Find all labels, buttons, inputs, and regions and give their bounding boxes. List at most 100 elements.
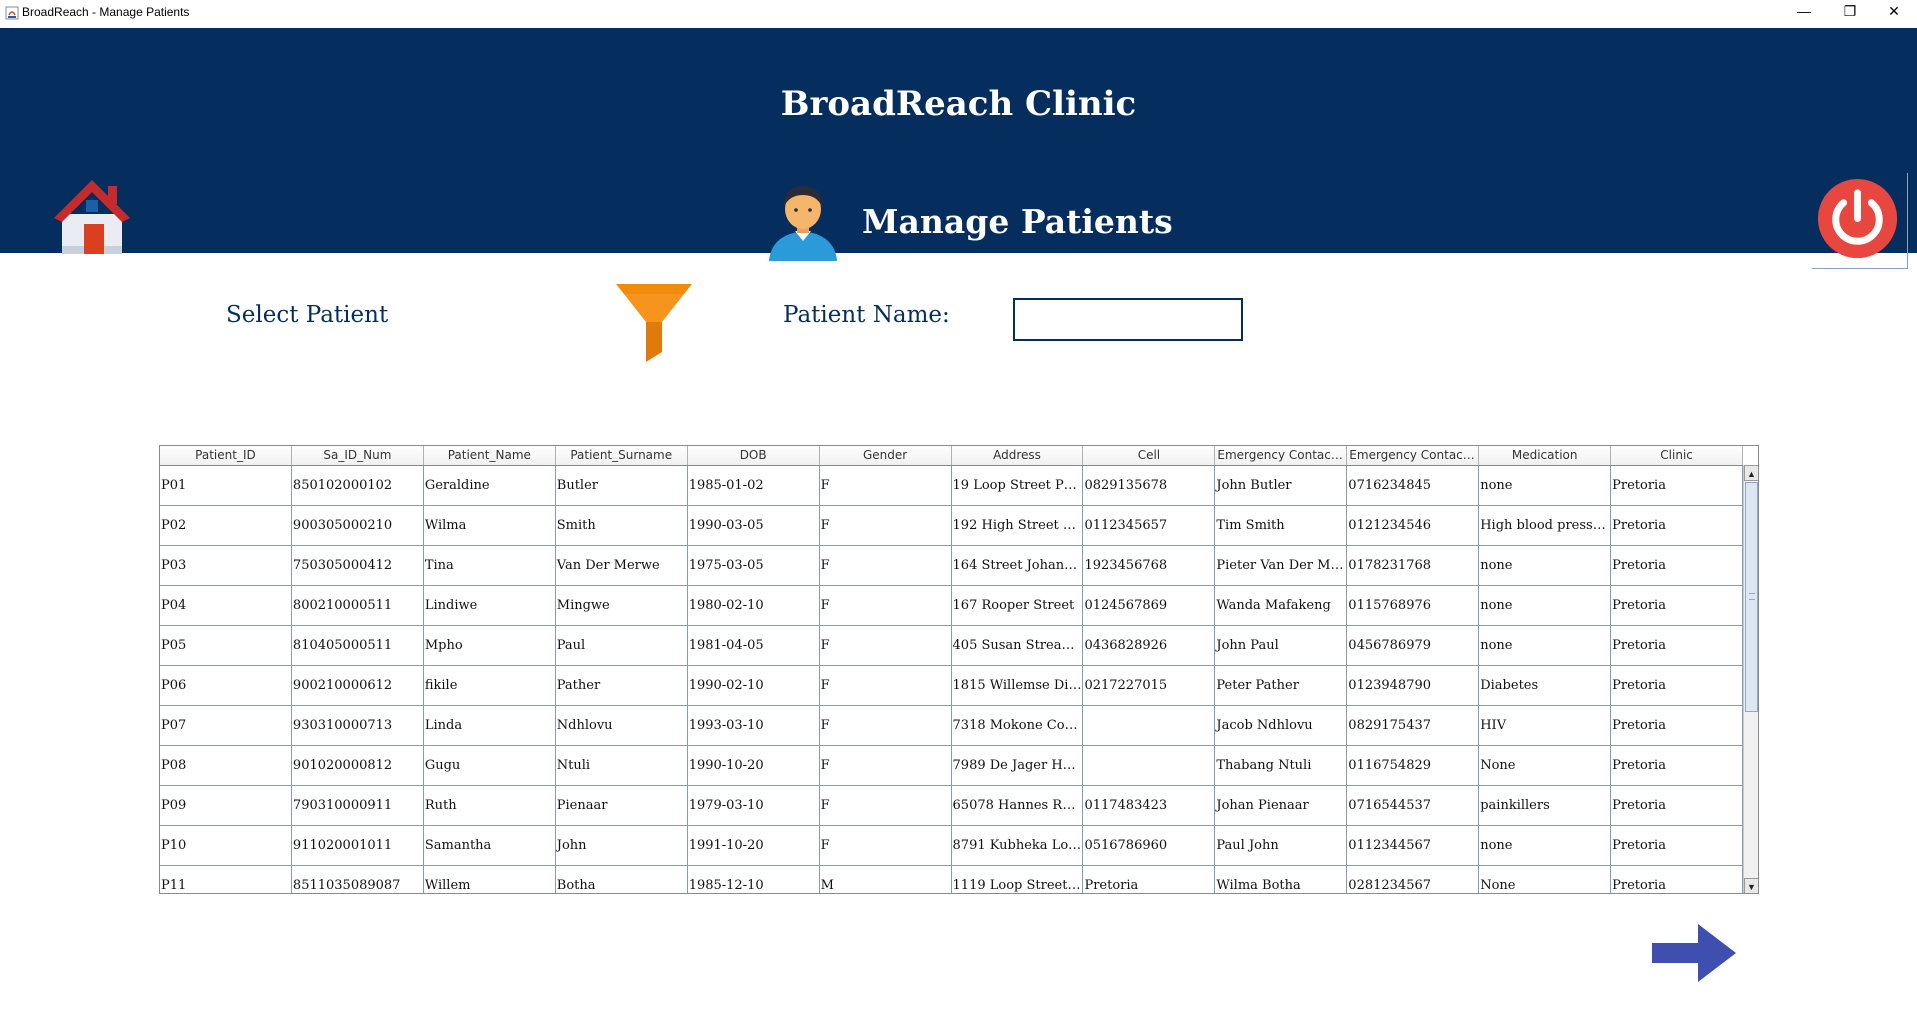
table-cell[interactable]: Butler: [556, 466, 688, 505]
table-cell[interactable]: 19 Loop Street Pret...: [952, 466, 1084, 505]
scroll-thumb[interactable]: [1745, 482, 1758, 712]
table-cell[interactable]: P01: [160, 466, 292, 505]
table-row[interactable]: P02 900305000210 Wilma Smith 1990-03-05 F 192 …: [160, 506, 1744, 546]
table-row[interactable]: P06 900210000612 fikile Pather 1990-02-10 F 18…: [160, 666, 1744, 706]
table-cell[interactable]: Johan Pienaar: [1215, 786, 1348, 825]
table-cell[interactable]: Pretoria: [1611, 786, 1744, 825]
table-cell[interactable]: Samantha: [424, 826, 556, 865]
table-cell[interactable]: 900210000612: [292, 666, 424, 705]
table-cell[interactable]: High blood pressure: [1479, 506, 1612, 545]
table-cell[interactable]: Wilma: [424, 506, 556, 545]
table-cell[interactable]: 1979-03-10: [688, 786, 820, 825]
table-cell[interactable]: Peter Pather: [1215, 666, 1348, 705]
column-header[interactable]: Patient_ID: [160, 446, 292, 465]
table-cell[interactable]: [1083, 706, 1216, 745]
table-cell[interactable]: HIV: [1479, 706, 1612, 745]
table-cell[interactable]: Geraldine: [424, 466, 556, 505]
table-cell[interactable]: P06: [160, 666, 292, 705]
table-cell[interactable]: 0117483423: [1083, 786, 1216, 825]
table-cell[interactable]: Lindiwe: [424, 586, 556, 625]
table-row[interactable]: P08 901020000812 Gugu Ntuli 1990-10-20 F 7989…: [160, 746, 1744, 786]
table-cell[interactable]: 0178231768: [1347, 546, 1480, 585]
table-cell[interactable]: 750305000412: [292, 546, 424, 585]
table-cell[interactable]: F: [820, 626, 952, 665]
table-row[interactable]: P05 810405000511 Mpho Paul 1981-04-05 F 405 S…: [160, 626, 1744, 666]
table-cell[interactable]: P04: [160, 586, 292, 625]
table-cell[interactable]: 0716234845: [1347, 466, 1480, 505]
table-cell[interactable]: 1991-10-20: [688, 826, 820, 865]
column-header[interactable]: Gender: [819, 446, 952, 465]
table-cell[interactable]: F: [820, 786, 952, 825]
table-cell[interactable]: Pretoria: [1611, 626, 1744, 665]
table-cell[interactable]: 0112345657: [1083, 506, 1216, 545]
table-cell[interactable]: Tina: [424, 546, 556, 585]
table-cell[interactable]: Ndhlovu: [556, 706, 688, 745]
table-row[interactable]: P01 850102000102 Geraldine Butler 1985-01-02…: [160, 466, 1744, 506]
table-cell[interactable]: Pieter Van Der Merwe: [1215, 546, 1348, 585]
table-cell[interactable]: Pretoria: [1611, 706, 1744, 745]
table-cell[interactable]: 790310000911: [292, 786, 424, 825]
table-row[interactable]: P03 750305000412 Tina Van Der Merwe 1975-03-…: [160, 546, 1744, 586]
table-cell[interactable]: F: [820, 586, 952, 625]
logout-power-button[interactable]: [1812, 173, 1908, 269]
table-cell[interactable]: Mpho: [424, 626, 556, 665]
column-header[interactable]: Emergency Contact F...: [1215, 446, 1348, 465]
table-cell[interactable]: 810405000511: [292, 626, 424, 665]
table-cell[interactable]: 1990-02-10: [688, 666, 820, 705]
table-cell[interactable]: 1990-03-05: [688, 506, 820, 545]
table-cell[interactable]: F: [820, 746, 952, 785]
table-cell[interactable]: 1981-04-05: [688, 626, 820, 665]
table-cell[interactable]: none: [1479, 826, 1612, 865]
home-button[interactable]: [50, 176, 134, 258]
table-cell[interactable]: 0123948790: [1347, 666, 1480, 705]
table-cell[interactable]: 911020001011: [292, 826, 424, 865]
table-cell[interactable]: 1923456768: [1083, 546, 1216, 585]
table-cell[interactable]: Pather: [556, 666, 688, 705]
table-cell[interactable]: None: [1479, 746, 1612, 785]
table-cell[interactable]: Botha: [556, 866, 688, 893]
table-cell[interactable]: F: [820, 506, 952, 545]
table-cell[interactable]: 7318 Mokone Corne...: [952, 706, 1084, 745]
filter-button[interactable]: [614, 284, 694, 362]
table-cell[interactable]: 8511035089087: [292, 866, 424, 893]
table-cell[interactable]: P11: [160, 866, 292, 893]
table-cell[interactable]: P03: [160, 546, 292, 585]
table-cell[interactable]: Wilma Botha: [1215, 866, 1348, 893]
table-cell[interactable]: none: [1479, 546, 1612, 585]
close-window-button[interactable]: ✕: [1871, 0, 1917, 22]
table-row[interactable]: P04 800210000511 Lindiwe Mingwe 1980-02-10 F 1…: [160, 586, 1744, 626]
column-header[interactable]: Cell: [1083, 446, 1216, 465]
table-cell[interactable]: John Paul: [1215, 626, 1348, 665]
table-cell[interactable]: 1975-03-05: [688, 546, 820, 585]
table-cell[interactable]: Pienaar: [556, 786, 688, 825]
table-cell[interactable]: 850102000102: [292, 466, 424, 505]
table-cell[interactable]: F: [820, 546, 952, 585]
table-cell[interactable]: Mingwe: [556, 586, 688, 625]
scroll-up-button[interactable]: ▲: [1744, 465, 1758, 481]
table-cell[interactable]: Diabetes: [1479, 666, 1612, 705]
table-cell[interactable]: Pretoria: [1083, 866, 1216, 893]
table-row[interactable]: P11 8511035089087 Willem Botha 1985-12-10 M 11…: [160, 866, 1744, 893]
column-header[interactable]: Address: [951, 446, 1084, 465]
table-cell[interactable]: Pretoria: [1611, 746, 1744, 785]
table-cell[interactable]: 0456786979: [1347, 626, 1480, 665]
table-cell[interactable]: 1815 Willemse Divi...: [952, 666, 1084, 705]
table-cell[interactable]: 0124567869: [1083, 586, 1216, 625]
column-header[interactable]: Emergency Contact C...: [1347, 446, 1480, 465]
table-row[interactable]: P09 790310000911 Ruth Pienaar 1979-03-10 F 65…: [160, 786, 1744, 826]
restore-button[interactable]: ❐: [1827, 0, 1873, 22]
table-row[interactable]: P10 911020001011 Samantha John 1991-10-20 F 8…: [160, 826, 1744, 866]
column-header[interactable]: Patient_Name: [423, 446, 556, 465]
table-cell[interactable]: John: [556, 826, 688, 865]
table-cell[interactable]: 405 Susan Stream E...: [952, 626, 1084, 665]
table-cell[interactable]: 7989 De Jager Harb...: [952, 746, 1084, 785]
table-cell[interactable]: 0829135678: [1083, 466, 1216, 505]
table-cell[interactable]: None: [1479, 866, 1612, 893]
table-cell[interactable]: Pretoria: [1611, 466, 1744, 505]
column-header[interactable]: Clinic: [1611, 446, 1744, 465]
table-cell[interactable]: Gugu: [424, 746, 556, 785]
table-cell[interactable]: Tim Smith: [1215, 506, 1348, 545]
table-cell[interactable]: Pretoria: [1611, 586, 1744, 625]
table-cell[interactable]: F: [820, 666, 952, 705]
table-cell[interactable]: 0716544537: [1347, 786, 1480, 825]
